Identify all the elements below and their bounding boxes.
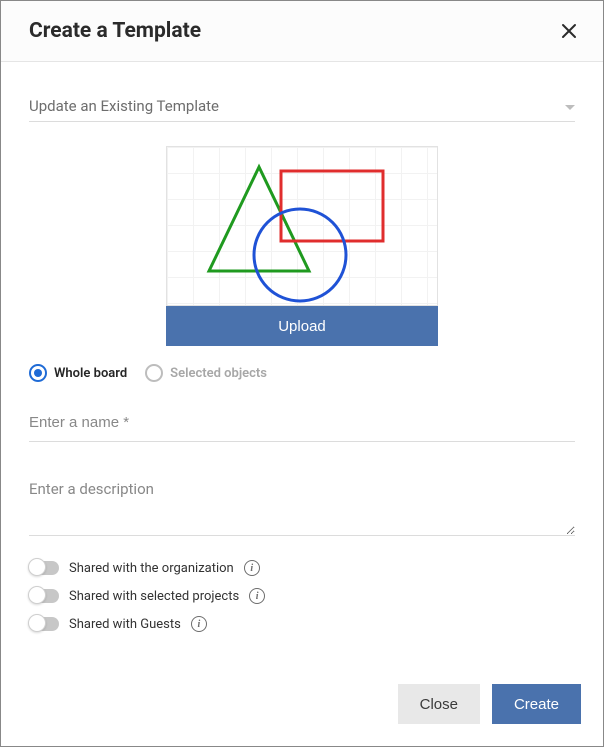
- modal-body: Update an Existing Template Upload Whole…: [1, 62, 603, 666]
- existing-template-dropdown[interactable]: Update an Existing Template: [29, 90, 575, 122]
- toggle-shared-projects[interactable]: [29, 589, 59, 603]
- create-button[interactable]: Create: [492, 684, 581, 724]
- toggle-label: Shared with selected projects: [69, 589, 239, 604]
- info-icon[interactable]: i: [249, 588, 265, 604]
- upload-button[interactable]: Upload: [166, 306, 438, 346]
- modal-header: Create a Template: [1, 1, 603, 62]
- close-button[interactable]: Close: [398, 684, 480, 724]
- scope-radio-group: Whole board Selected objects: [29, 364, 575, 382]
- radio-whole-board[interactable]: Whole board: [29, 364, 127, 382]
- close-icon[interactable]: [559, 21, 579, 41]
- toggle-shared-guests[interactable]: [29, 617, 59, 631]
- modal-footer: Close Create: [1, 666, 603, 746]
- sharing-toggles: Shared with the organization i Shared wi…: [29, 560, 575, 632]
- radio-icon: [145, 364, 163, 382]
- info-icon[interactable]: i: [191, 616, 207, 632]
- preview-block: Upload: [29, 146, 575, 346]
- info-icon[interactable]: i: [244, 560, 260, 576]
- chevron-down-icon: [565, 96, 575, 115]
- radio-selected-objects[interactable]: Selected objects: [145, 364, 267, 382]
- toggle-row-projects: Shared with selected projects i: [29, 588, 575, 604]
- template-name-input[interactable]: [29, 404, 575, 442]
- create-template-modal: Create a Template Update an Existing Tem…: [0, 0, 604, 747]
- toggle-shared-org[interactable]: [29, 561, 59, 575]
- template-description-input[interactable]: [29, 470, 575, 536]
- toggle-row-org: Shared with the organization i: [29, 560, 575, 576]
- modal-title: Create a Template: [29, 19, 201, 43]
- radio-label: Selected objects: [170, 366, 267, 381]
- radio-icon: [29, 364, 47, 382]
- radio-label: Whole board: [54, 366, 127, 381]
- dropdown-label: Update an Existing Template: [29, 97, 219, 115]
- toggle-label: Shared with the organization: [69, 561, 234, 576]
- template-preview: [166, 146, 438, 306]
- toggle-row-guests: Shared with Guests i: [29, 616, 575, 632]
- toggle-label: Shared with Guests: [69, 617, 181, 632]
